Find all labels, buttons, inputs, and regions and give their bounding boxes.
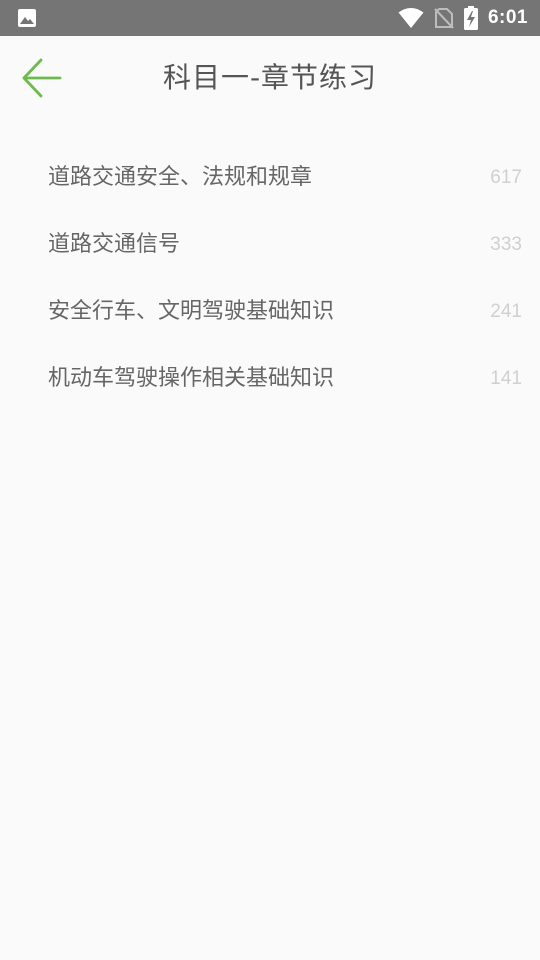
battery-charging-icon xyxy=(463,6,478,30)
chapter-list: 道路交通安全、法规和规章 617 道路交通信号 333 安全行车、文明驾驶基础知… xyxy=(0,144,540,412)
chapter-item-safe-driving-basics[interactable]: 安全行车、文明驾驶基础知识 241 xyxy=(0,278,540,345)
no-sim-icon xyxy=(434,8,454,29)
chapter-count: 617 xyxy=(490,167,522,188)
page-title: 科目一-章节练习 xyxy=(162,61,378,94)
chapter-item-vehicle-operation-basics[interactable]: 机动车驾驶操作相关基础知识 141 xyxy=(0,345,540,412)
chapter-item-traffic-signals[interactable]: 道路交通信号 333 xyxy=(0,211,540,278)
chapter-item-traffic-safety-laws[interactable]: 道路交通安全、法规和规章 617 xyxy=(0,144,540,211)
image-icon xyxy=(18,9,36,27)
status-bar: 6:01 xyxy=(0,0,540,36)
status-icons: 6:01 xyxy=(398,0,528,36)
chapter-count: 141 xyxy=(490,368,522,389)
chapter-count: 241 xyxy=(490,301,522,322)
chapter-name: 机动车驾驶操作相关基础知识 xyxy=(48,366,335,391)
app-bar: 科目一-章节练习 xyxy=(0,36,540,120)
chapter-name: 安全行车、文明驾驶基础知识 xyxy=(48,299,335,324)
chapter-count: 333 xyxy=(490,234,522,255)
wifi-icon xyxy=(398,8,424,28)
chapter-name: 道路交通安全、法规和规章 xyxy=(48,165,313,190)
chapter-name: 道路交通信号 xyxy=(48,232,181,257)
status-time: 6:01 xyxy=(487,7,528,28)
